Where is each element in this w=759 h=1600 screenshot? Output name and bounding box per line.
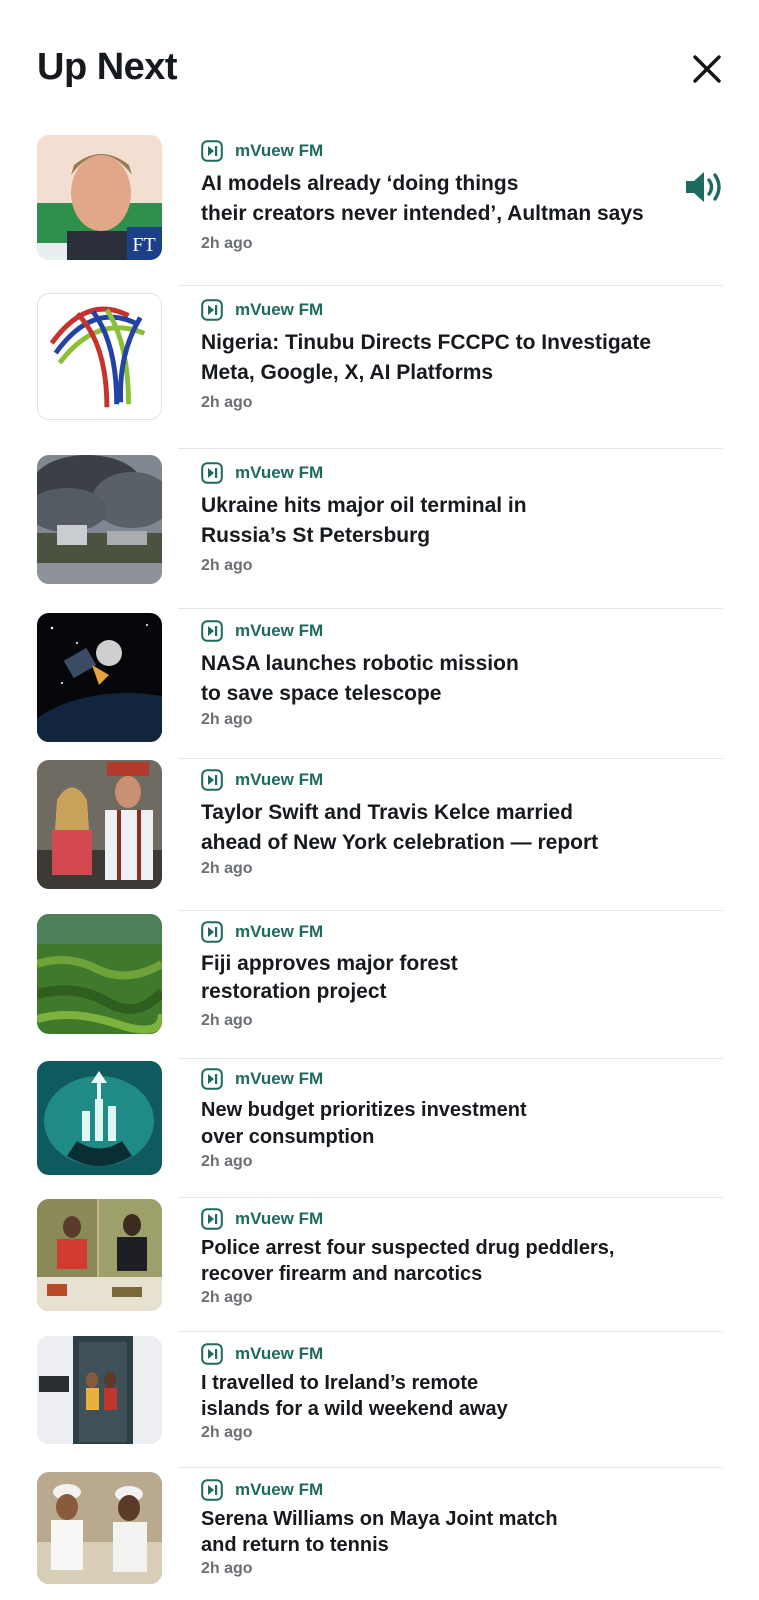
source-label: mVuew FM — [235, 141, 324, 160]
speaker-icon — [686, 172, 721, 202]
thumbnail-image — [37, 293, 162, 420]
headline: Ukraine hits major oil terminal in Russia… — [201, 494, 527, 547]
timestamp: 2h ago — [201, 394, 253, 411]
list-item[interactable]: mVuew FM Taylor Swift and Travis Kelce m… — [0, 760, 759, 908]
list-item[interactable]: mVuew FM Fiji approves major forest resto… — [0, 912, 759, 1057]
divider — [178, 1467, 723, 1468]
timestamp: 2h ago — [201, 1153, 253, 1170]
up-next-list: FT mVuew FM AI models already ‘doing thi… — [0, 0, 759, 1600]
divider — [178, 608, 723, 609]
thumbnail-image — [37, 455, 162, 584]
timestamp: 2h ago — [201, 1289, 253, 1306]
source-label: mVuew FM — [235, 621, 324, 640]
thumbnail-image — [37, 1336, 162, 1444]
source-label: mVuew FM — [235, 1480, 324, 1499]
thumbnail-image — [37, 760, 162, 889]
svg-text:FT: FT — [132, 234, 155, 256]
source-label: mVuew FM — [235, 1069, 324, 1088]
play-episode-icon — [201, 1068, 223, 1090]
headline: Police arrest four suspected drug peddle… — [201, 1237, 615, 1285]
play-episode-icon — [201, 769, 223, 791]
list-item[interactable]: FT mVuew FM AI models already ‘doing thi… — [0, 131, 759, 286]
divider — [178, 448, 723, 449]
thumbnail-image: FT — [37, 135, 162, 260]
divider — [178, 1197, 723, 1198]
timestamp: 2h ago — [201, 557, 253, 574]
list-item[interactable]: mVuew FM NASA launches robotic mission to… — [0, 611, 759, 756]
divider — [178, 758, 723, 759]
headline: Taylor Swift and Travis Kelce married ahe… — [201, 801, 599, 854]
thumbnail-image — [37, 1199, 162, 1311]
source-label: mVuew FM — [235, 1344, 324, 1363]
play-episode-icon — [201, 462, 223, 484]
list-item[interactable]: mVuew FM Nigeria: Tinubu Directs FCCPC t… — [0, 290, 759, 442]
source-label: mVuew FM — [235, 463, 324, 482]
divider — [178, 1331, 723, 1332]
headline: AI models already ‘doing things their cre… — [201, 172, 644, 225]
play-episode-icon — [201, 1343, 223, 1365]
timestamp: 2h ago — [201, 1012, 253, 1029]
timestamp: 2h ago — [201, 860, 253, 877]
thumbnail-image — [37, 914, 162, 1034]
timestamp: 2h ago — [201, 1424, 253, 1441]
divider — [178, 910, 723, 911]
source-label: mVuew FM — [235, 300, 324, 319]
play-episode-icon — [201, 299, 223, 321]
thumbnail-image — [37, 1061, 162, 1175]
headline: Nigeria: Tinubu Directs FCCPC to Investi… — [201, 331, 652, 384]
now-playing-button[interactable] — [684, 167, 726, 207]
play-episode-icon — [201, 620, 223, 642]
headline: Fiji approves major forest restoration pr… — [201, 952, 458, 1003]
list-item[interactable]: mVuew FM I travelled to Ireland’s remote… — [0, 1334, 759, 1466]
thumbnail-image — [37, 1472, 162, 1584]
play-episode-icon — [201, 1479, 223, 1501]
headline: New budget prioritizes investment over co… — [201, 1099, 527, 1148]
list-item[interactable]: mVuew FM Ukraine hits major oil terminal… — [0, 453, 759, 603]
list-item[interactable]: mVuew FM New budget prioritizes investme… — [0, 1059, 759, 1197]
list-item[interactable]: mVuew FM Serena Williams on Maya Joint m… — [0, 1470, 759, 1600]
play-episode-icon — [201, 140, 223, 162]
timestamp: 2h ago — [201, 235, 253, 252]
source-label: mVuew FM — [235, 770, 324, 789]
play-episode-icon — [201, 1208, 223, 1230]
play-episode-icon — [201, 921, 223, 943]
timestamp: 2h ago — [201, 711, 253, 728]
divider — [178, 285, 723, 286]
list-item[interactable]: mVuew FM Police arrest four suspected dr… — [0, 1199, 759, 1331]
headline: I travelled to Ireland’s remote islands f… — [201, 1372, 508, 1420]
headline: Serena Williams on Maya Joint match and r… — [201, 1508, 558, 1556]
timestamp: 2h ago — [201, 1560, 253, 1577]
source-label: mVuew FM — [235, 922, 324, 941]
headline: NASA launches robotic mission to save spa… — [201, 652, 519, 705]
thumbnail-image — [37, 613, 162, 742]
source-label: mVuew FM — [235, 1209, 324, 1228]
